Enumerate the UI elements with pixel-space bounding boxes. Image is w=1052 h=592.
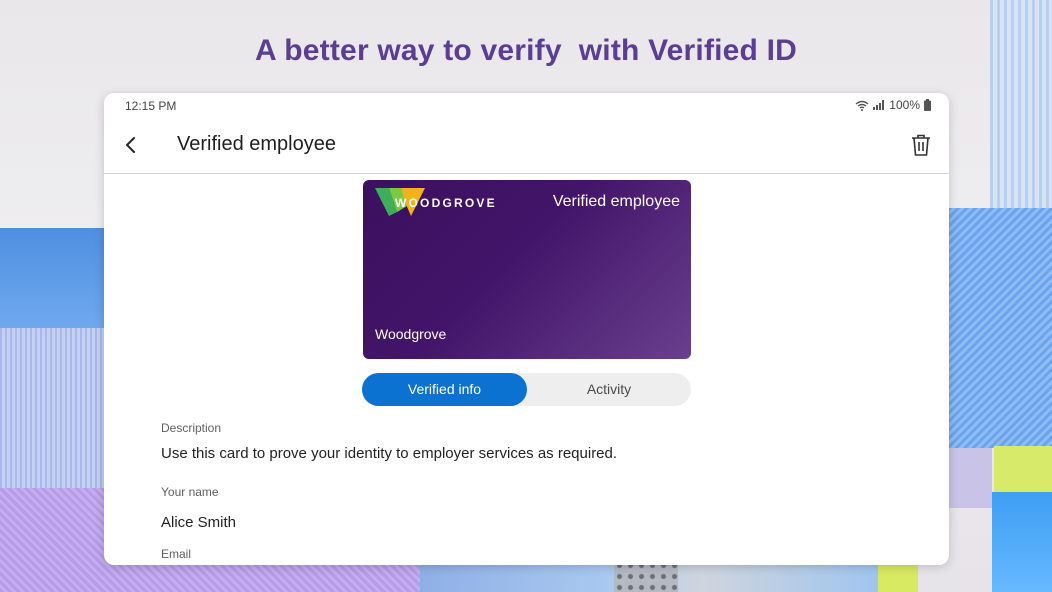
background-decor: [990, 0, 1052, 208]
description-label: Description: [161, 421, 222, 435]
name-label: Your name: [161, 485, 219, 499]
status-time: 12:15 PM: [125, 99, 177, 113]
delete-card-button[interactable]: [909, 132, 933, 158]
segmented-tabs: Verified info Activity: [362, 373, 691, 406]
name-value: Alice Smith: [161, 514, 237, 531]
card-brand-name: WOODGROVE: [395, 196, 497, 210]
description-value: Use this card to prove your identity to …: [161, 445, 618, 462]
tab-verified-info[interactable]: Verified info: [362, 373, 527, 406]
background-decor: [948, 208, 1052, 448]
app-bar: Verified employee: [104, 117, 949, 174]
wifi-icon: [855, 100, 869, 111]
page-title: Verified employee: [177, 133, 336, 155]
tab-activity[interactable]: Activity: [527, 373, 691, 406]
signal-icon: [873, 100, 885, 110]
back-button[interactable]: [120, 131, 144, 159]
background-decor: [0, 228, 105, 328]
background-decor: [992, 492, 1052, 592]
promo-headline: A better way to verify with Verified ID: [254, 34, 798, 67]
credential-card[interactable]: WOODGROVE Verified employee Woodgrove: [363, 180, 691, 359]
battery-icon: [924, 99, 931, 111]
trash-icon: [912, 134, 930, 156]
status-indicators: 100%: [855, 98, 931, 112]
email-label: Email: [161, 547, 192, 561]
background-decor: [0, 328, 105, 488]
card-issuer: Woodgrove: [375, 326, 447, 342]
battery-level: 100%: [889, 98, 920, 112]
tablet-screen: 12:15 PM 100% Verified employee WOODGROV…: [104, 93, 949, 565]
background-decor: [994, 446, 1052, 492]
status-bar: 12:15 PM 100%: [104, 93, 949, 117]
background-decor: [948, 448, 992, 508]
card-type: Verified employee: [552, 193, 680, 210]
back-arrow-icon: [126, 137, 135, 153]
